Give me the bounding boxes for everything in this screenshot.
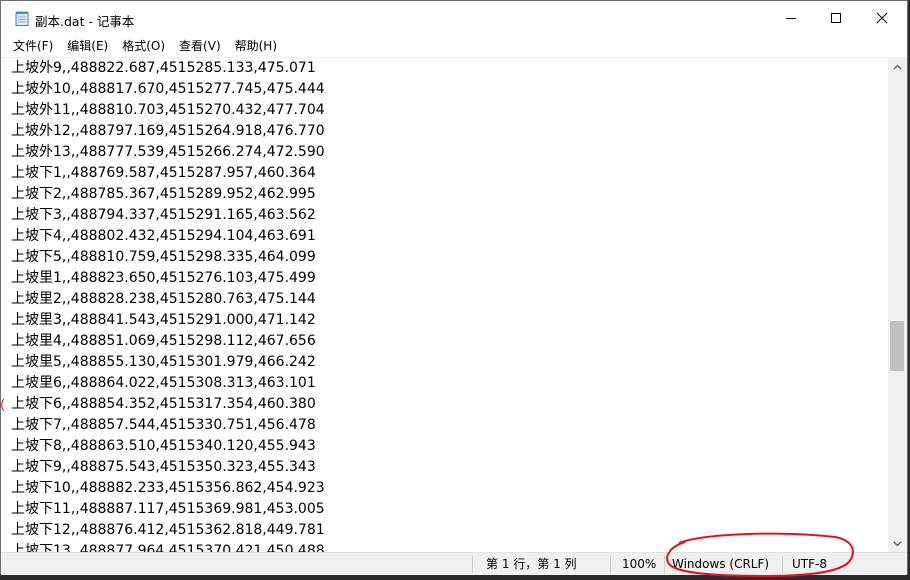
notepad-window: 副本.dat - 记事本 文件(F) 编辑(E) 格式(O) 查看(V) 帮助(…: [0, 0, 908, 575]
status-divider: [664, 556, 665, 573]
text-line[interactable]: 上坡下8,,488863.510,4515340.120,455.943: [11, 436, 316, 457]
text-line[interactable]: 上坡外13,,488777.539,4515266.274,472.590: [11, 142, 325, 163]
scroll-up-button[interactable]: [888, 58, 907, 75]
chevron-up-icon: [893, 64, 902, 69]
text-line[interactable]: 上坡下4,,488802.432,4515294.104,463.691: [11, 226, 316, 247]
menu-edit[interactable]: 编辑(E): [60, 35, 115, 57]
menu-help[interactable]: 帮助(H): [228, 35, 284, 57]
scroll-thumb[interactable]: [890, 321, 904, 371]
text-line[interactable]: 上坡里5,,488855.130,4515301.979,466.242: [11, 352, 316, 373]
status-cursor-position: 第 1 行，第 1 列: [486, 557, 577, 571]
minimize-button[interactable]: [768, 1, 814, 35]
text-line[interactable]: 上坡外12,,488797.169,4515264.918,476.770: [11, 121, 325, 142]
vertical-scrollbar[interactable]: [888, 58, 907, 552]
scroll-down-button[interactable]: [888, 535, 907, 552]
text-line[interactable]: 上坡下12,,488876.412,4515362.818,449.781: [11, 520, 325, 541]
text-line[interactable]: 上坡下7,,488857.544,4515330.751,456.478: [11, 415, 316, 436]
text-line[interactable]: 上坡外11,,488810.703,4515270.432,477.704: [11, 100, 325, 121]
status-encoding: UTF-8: [792, 557, 827, 571]
text-line[interactable]: 上坡下3,,488794.337,4515291.165,463.562: [11, 205, 316, 226]
maximize-button[interactable]: [813, 1, 859, 35]
close-button[interactable]: [859, 1, 905, 35]
text-line[interactable]: 上坡里6,,488864.022,4515308.313,463.101: [11, 373, 316, 394]
text-line[interactable]: 上坡下2,,488785.367,4515289.952,462.995: [11, 184, 316, 205]
menu-file[interactable]: 文件(F): [1, 35, 60, 57]
text-line[interactable]: 上坡里2,,488828.238,4515280.763,475.144: [11, 289, 316, 310]
text-line[interactable]: 上坡外10,,488817.670,4515277.745,475.444: [11, 79, 325, 100]
text-editor[interactable]: 上坡外9,,488822.687,4515285.133,475.071 上坡外1…: [1, 58, 888, 552]
text-line[interactable]: 上坡外9,,488822.687,4515285.133,475.071: [11, 58, 316, 79]
text-line[interactable]: 上坡里3,,488841.543,4515291.000,471.142: [11, 310, 316, 331]
status-divider: [472, 556, 473, 573]
status-bar: 第 1 行，第 1 列 100% Windows (CRLF) UTF-8: [1, 552, 907, 575]
notepad-icon: [15, 11, 29, 26]
maximize-icon: [831, 13, 841, 23]
menu-bar: 文件(F) 编辑(E) 格式(O) 查看(V) 帮助(H): [1, 35, 907, 57]
minimize-icon: [786, 18, 796, 19]
text-line[interactable]: 上坡下13,,488877.964,4515370.421,450.488: [11, 541, 325, 552]
status-zoom: 100%: [622, 557, 657, 571]
text-line[interactable]: 上坡下5,,488810.759,4515298.335,464.099: [11, 247, 316, 268]
close-icon: [876, 12, 888, 24]
title-bar[interactable]: 副本.dat - 记事本: [1, 1, 907, 35]
status-divider: [610, 556, 611, 573]
text-line[interactable]: 上坡下6,,488854.352,4515317.354,460.380: [11, 394, 316, 415]
text-line[interactable]: 上坡下11,,488887.117,4515369.981,453.005: [11, 499, 325, 520]
text-line[interactable]: 上坡下9,,488875.543,4515350.323,455.343: [11, 457, 316, 478]
annotation-mark: [1, 398, 4, 412]
menu-format[interactable]: 格式(O): [115, 35, 172, 57]
chevron-down-icon: [893, 541, 902, 546]
menu-view[interactable]: 查看(V): [172, 35, 228, 57]
status-divider: [782, 556, 783, 573]
status-line-ending: Windows (CRLF): [672, 557, 770, 571]
text-line[interactable]: 上坡下10,,488882.233,4515356.862,454.923: [11, 478, 325, 499]
text-line[interactable]: 上坡里4,,488851.069,4515298.112,467.656: [11, 331, 316, 352]
text-line[interactable]: 上坡下1,,488769.587,4515287.957,460.364: [11, 163, 316, 184]
text-line[interactable]: 上坡里1,,488823.650,4515276.103,475.499: [11, 268, 316, 289]
window-title: 副本.dat - 记事本: [35, 14, 135, 29]
